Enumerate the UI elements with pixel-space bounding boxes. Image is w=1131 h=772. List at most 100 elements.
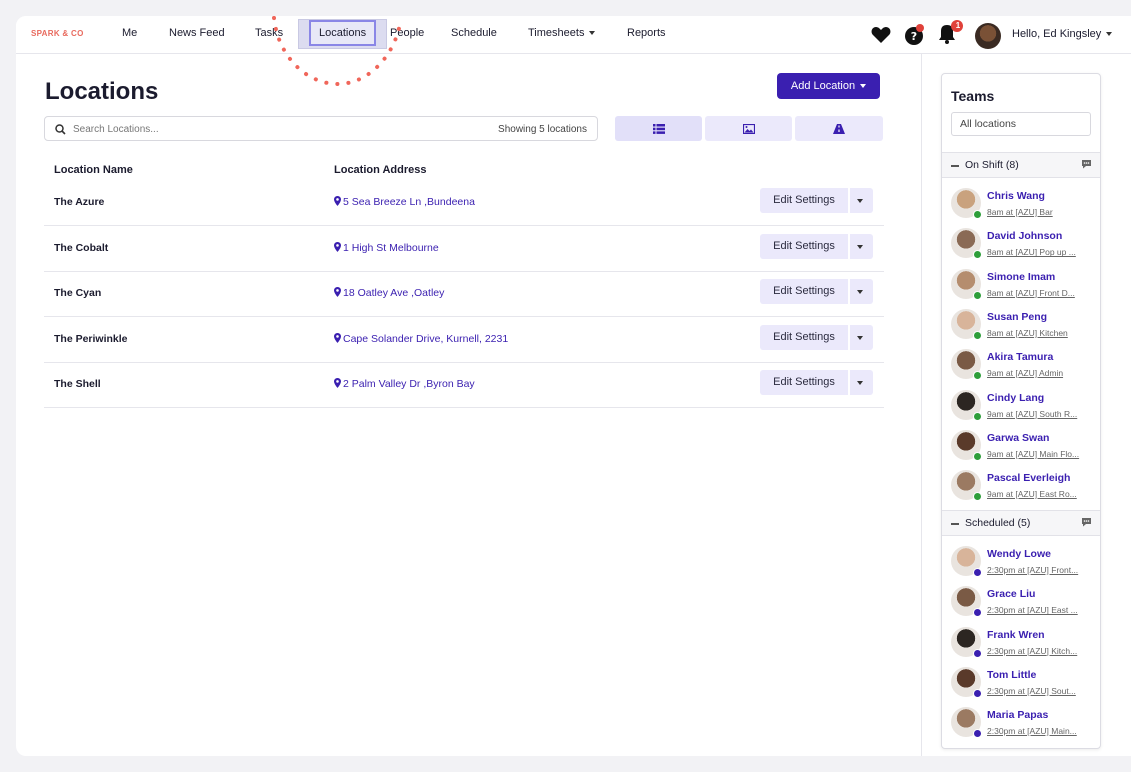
nav-reports[interactable]: Reports: [627, 27, 666, 39]
chat-icon[interactable]: [1081, 517, 1092, 527]
team-member[interactable]: Simone Imam 8am at [AZU] Front D...: [942, 266, 1100, 306]
location-address-link[interactable]: 1 High St Melbourne: [334, 241, 439, 254]
road-icon: [833, 123, 845, 134]
location-row: The Cyan 18 Oatley Ave ,Oatley Edit Settin…: [44, 271, 884, 318]
row-dropdown-button[interactable]: [850, 188, 873, 213]
team-member[interactable]: Wendy Lowe 2:30pm at [AZU] Front...: [942, 543, 1100, 583]
member-shift[interactable]: 9am at [AZU] East Ro...: [987, 489, 1093, 499]
team-member[interactable]: Cindy Lang 9am at [AZU] South R...: [942, 387, 1100, 427]
team-member[interactable]: Frank Wren 2:30pm at [AZU] Kitch...: [942, 624, 1100, 664]
member-name[interactable]: Tom Little: [987, 669, 1036, 681]
member-name[interactable]: Maria Papas: [987, 709, 1048, 721]
member-shift[interactable]: 8am at [AZU] Bar: [987, 207, 1093, 217]
nav-tasks[interactable]: Tasks: [255, 27, 283, 39]
member-name[interactable]: David Johnson: [987, 230, 1062, 242]
location-name[interactable]: The Cyan: [54, 287, 101, 299]
location-name[interactable]: The Azure: [54, 196, 104, 208]
nav-schedule[interactable]: Schedule: [451, 27, 497, 39]
member-shift[interactable]: 2:30pm at [AZU] East ...: [987, 605, 1093, 615]
location-address-link[interactable]: 2 Palm Valley Dr ,Byron Bay: [334, 378, 475, 390]
add-location-button[interactable]: Add Location: [777, 73, 880, 99]
user-menu[interactable]: Hello, Ed Kingsley: [1012, 28, 1113, 40]
member-shift[interactable]: 2:30pm at [AZU] Sout...: [987, 686, 1093, 696]
location-address-link[interactable]: 5 Sea Breeze Ln ,Bundeena: [334, 196, 475, 208]
nav-locations-label: Locations: [309, 20, 377, 46]
edit-settings-button[interactable]: Edit Settings: [760, 233, 848, 259]
chevron-down-icon: [860, 84, 867, 89]
team-member[interactable]: Pascal Everleigh 9am at [AZU] East Ro...: [942, 467, 1100, 507]
member-shift[interactable]: 8am at [AZU] Front D...: [987, 288, 1093, 298]
member-name[interactable]: Pascal Everleigh: [987, 472, 1070, 484]
member-name[interactable]: Susan Peng: [987, 311, 1047, 323]
chevron-down-icon: [857, 290, 863, 295]
status-dot: [973, 688, 982, 698]
member-name[interactable]: Chris Wang: [987, 190, 1045, 202]
member-shift[interactable]: 8am at [AZU] Kitchen: [987, 328, 1093, 338]
member-shift[interactable]: 2:30pm at [AZU] Main...: [987, 726, 1093, 736]
scheduled-section-header[interactable]: Scheduled (5): [942, 510, 1100, 536]
member-name[interactable]: Garwa Swan: [987, 432, 1049, 444]
column-header-name[interactable]: Location Name: [54, 164, 133, 176]
help-icon[interactable]: ?: [904, 24, 926, 46]
column-header-address[interactable]: Location Address: [334, 164, 427, 176]
location-name[interactable]: The Shell: [54, 378, 101, 390]
heart-icon[interactable]: [871, 26, 891, 44]
nav-people[interactable]: People: [390, 27, 424, 39]
row-dropdown-button[interactable]: [850, 279, 873, 305]
view-image-tab[interactable]: [705, 116, 792, 141]
member-name[interactable]: Cindy Lang: [987, 392, 1044, 404]
view-map-tab[interactable]: [795, 116, 883, 141]
search-box[interactable]: Showing 5 locations: [44, 116, 598, 141]
team-member[interactable]: Garwa Swan 9am at [AZU] Main Flo...: [942, 427, 1100, 467]
member-name[interactable]: Wendy Lowe: [987, 548, 1051, 560]
search-input[interactable]: [73, 121, 453, 137]
team-member[interactable]: Tom Little 2:30pm at [AZU] Sout...: [942, 664, 1100, 704]
team-member[interactable]: David Johnson 8am at [AZU] Pop up ...: [942, 225, 1100, 265]
collapse-icon: [951, 523, 959, 525]
row-dropdown-button[interactable]: [850, 324, 873, 350]
view-list-tab[interactable]: [615, 116, 702, 141]
map-pin-icon: [334, 378, 341, 389]
status-dot: [973, 608, 982, 618]
member-shift[interactable]: 2:30pm at [AZU] Kitch...: [987, 646, 1093, 656]
row-dropdown-button[interactable]: [850, 233, 873, 259]
user-greeting: Hello, Ed Kingsley: [1012, 28, 1102, 40]
team-member[interactable]: Susan Peng 8am at [AZU] Kitchen: [942, 306, 1100, 346]
member-name[interactable]: Akira Tamura: [987, 351, 1053, 363]
row-dropdown-button[interactable]: [850, 370, 873, 396]
location-filter-select[interactable]: All locations: [951, 112, 1091, 136]
chevron-down-icon: [857, 199, 863, 203]
member-name[interactable]: Grace Liu: [987, 588, 1035, 600]
edit-settings-button[interactable]: Edit Settings: [760, 279, 848, 305]
nav-timesheets[interactable]: Timesheets: [528, 27, 596, 39]
member-name[interactable]: Frank Wren: [987, 629, 1045, 641]
member-shift[interactable]: 9am at [AZU] Admin: [987, 368, 1093, 378]
nav-locations[interactable]: Locations: [298, 19, 388, 49]
team-member[interactable]: Grace Liu 2:30pm at [AZU] East ...: [942, 583, 1100, 623]
location-address: 2 Palm Valley Dr ,Byron Bay: [343, 378, 475, 391]
edit-settings-button[interactable]: Edit Settings: [760, 188, 848, 213]
notification-count: 1: [955, 21, 961, 30]
edit-settings-button[interactable]: Edit Settings: [760, 324, 848, 350]
on-shift-section-header[interactable]: On Shift (8): [942, 152, 1100, 178]
edit-settings-button[interactable]: Edit Settings: [760, 370, 848, 396]
image-icon: [742, 123, 755, 134]
member-shift[interactable]: 8am at [AZU] Pop up ...: [987, 247, 1093, 257]
member-shift[interactable]: 9am at [AZU] South R...: [987, 409, 1093, 419]
nav-me[interactable]: Me: [122, 27, 137, 39]
team-member[interactable]: Chris Wang 8am at [AZU] Bar: [942, 185, 1100, 225]
brand-logo[interactable]: SPARK & CO: [31, 29, 84, 38]
user-avatar[interactable]: [975, 23, 1001, 49]
member-shift[interactable]: 2:30pm at [AZU] Front...: [987, 565, 1093, 575]
location-address-link[interactable]: Cape Solander Drive, Kurnell, 2231: [334, 332, 508, 345]
team-member[interactable]: Maria Papas 2:30pm at [AZU] Main...: [942, 704, 1100, 744]
location-name[interactable]: The Cobalt: [54, 242, 108, 254]
team-member[interactable]: Akira Tamura 9am at [AZU] Admin: [942, 346, 1100, 386]
member-name[interactable]: Simone Imam: [987, 271, 1055, 283]
location-row: The Cobalt 1 High St Melbourne Edit Settin…: [44, 226, 884, 272]
member-shift[interactable]: 9am at [AZU] Main Flo...: [987, 449, 1093, 459]
nav-news-feed[interactable]: News Feed: [169, 27, 225, 39]
location-name[interactable]: The Periwinkle: [54, 333, 128, 345]
location-address-link[interactable]: 18 Oatley Ave ,Oatley: [334, 287, 444, 299]
chat-icon[interactable]: [1081, 159, 1092, 169]
